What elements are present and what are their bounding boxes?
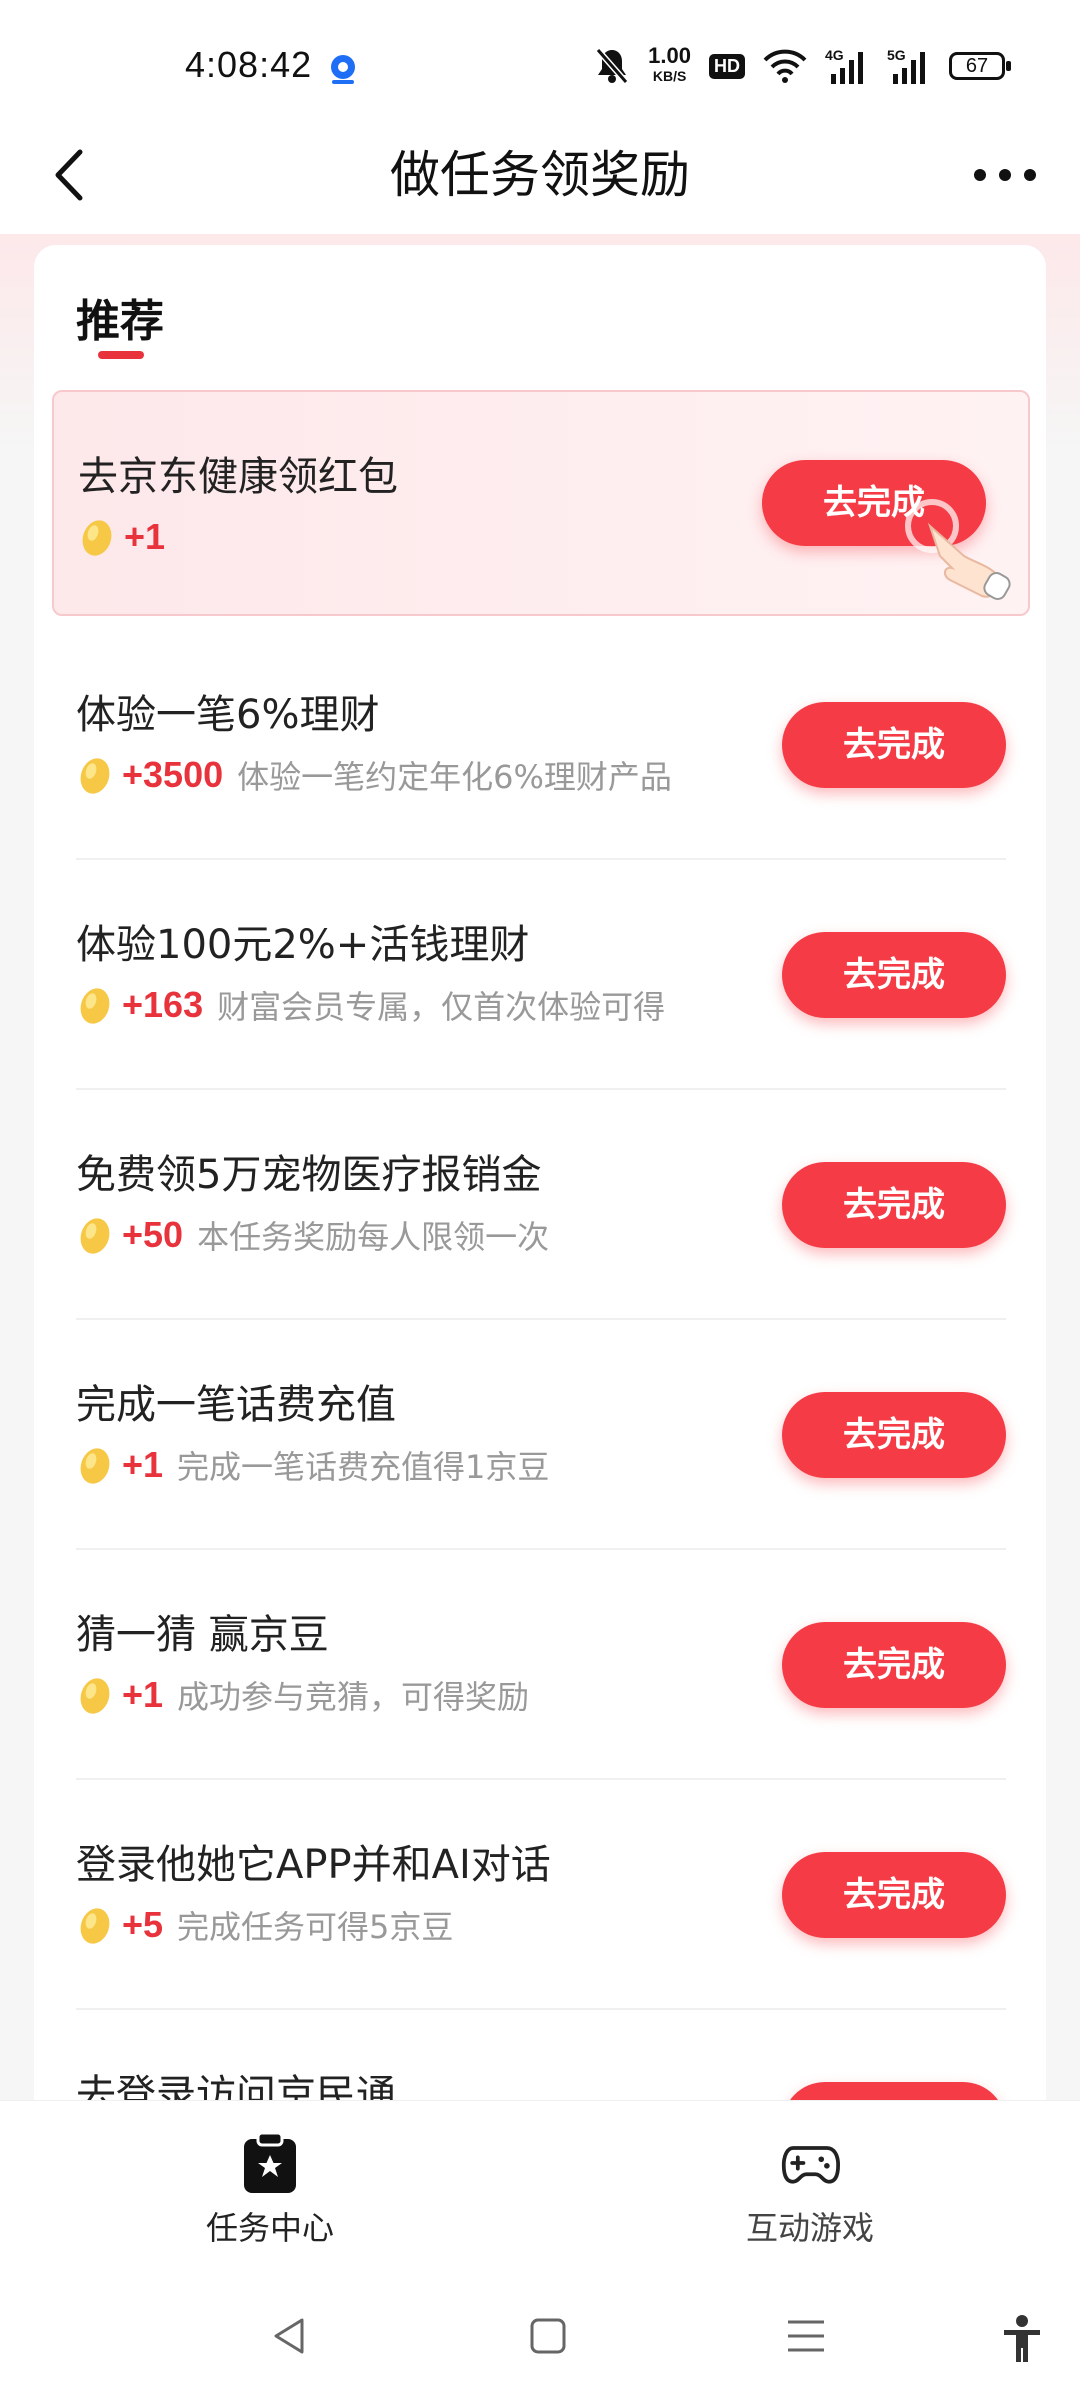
app-notification-icon	[331, 55, 355, 84]
task-card: 推荐 去京东健康领红包 +1 去完成 体验一笔6%理财 +3500 体验一笔约定年化6%理…	[34, 245, 1046, 2125]
status-bar: 4:08:42 1.00 KB/S HD 4G 5G 67	[0, 0, 1080, 120]
jingdou-bean-icon	[80, 1448, 110, 1484]
task-item-content: 猜一猜 赢京豆 +1 成功参与竞猜，可得奖励 去完成	[76, 1550, 1006, 1780]
complete-task-button[interactable]: 去完成	[782, 1852, 1006, 1938]
task-item-content: 登录他她它APP并和AI对话 +5 完成任务可得5京豆 去完成	[76, 1780, 1006, 2010]
task-item: 去京东健康领红包 +1 去完成	[52, 390, 1030, 616]
task-item-content: 完成一笔话费充值 +1 完成一笔话费充值得1京豆 去完成	[76, 1320, 1006, 1550]
gamepad-icon	[781, 2146, 840, 2184]
menu-lines-icon[interactable]	[784, 2314, 828, 2358]
task-item: 完成一笔话费充值 +1 完成一笔话费充值得1京豆 去完成	[76, 1320, 1006, 1550]
accessibility-icon[interactable]	[1000, 2314, 1044, 2364]
back-triangle-icon[interactable]	[268, 2314, 312, 2358]
task-reward: +50 本任务奖励每人限领一次	[76, 1212, 549, 1258]
tab-interactive-games[interactable]: 互动游戏	[660, 2131, 960, 2249]
task-item-content: 去京东健康领红包 +1 去完成	[78, 392, 1008, 622]
task-item-content: 免费领5万宠物医疗报销金 +50 本任务奖励每人限领一次 去完成	[76, 1090, 1006, 1320]
task-reward: +5 完成任务可得5京豆	[76, 1902, 453, 1948]
task-reward: +1 完成一笔话费充值得1京豆	[76, 1442, 549, 1488]
svg-text:5G: 5G	[887, 47, 906, 63]
section-underline	[98, 351, 144, 359]
task-reward: +163 财富会员专属，仅首次体验可得	[76, 982, 665, 1028]
task-points: +1	[122, 1444, 164, 1485]
complete-task-button[interactable]: 去完成	[782, 1162, 1006, 1248]
jingdou-bean-icon	[80, 1218, 110, 1254]
wifi-icon	[763, 49, 807, 83]
task-item: 体验100元2%+活钱理财 +163 财富会员专属，仅首次体验可得 去完成	[76, 860, 1006, 1090]
task-title: 免费领5万宠物医疗报销金	[76, 1152, 542, 1198]
page-header: 做任务领奖励	[0, 120, 1080, 234]
task-item: 免费领5万宠物医疗报销金 +50 本任务奖励每人限领一次 去完成	[76, 1090, 1006, 1320]
jingdou-bean-icon	[80, 1908, 110, 1944]
tab-label: 任务中心	[205, 2209, 334, 2247]
bottom-tab-bar: 任务中心 互动游戏	[0, 2100, 1080, 2271]
task-points: +1	[124, 516, 166, 557]
tab-task-center[interactable]: 任务中心	[120, 2131, 420, 2249]
task-points: +163	[122, 984, 204, 1025]
task-points: +50	[122, 1214, 184, 1255]
battery-icon: 67	[949, 52, 1011, 80]
net-speed: 1.00 KB/S	[648, 43, 691, 86]
jingdou-bean-icon	[80, 988, 110, 1024]
task-item: 体验一笔6%理财 +3500 体验一笔约定年化6%理财产品 去完成	[76, 630, 1006, 860]
task-description: 本任务奖励每人限领一次	[197, 1218, 550, 1256]
task-title: 体验100元2%+活钱理财	[76, 922, 530, 968]
task-points: +5	[122, 1904, 164, 1945]
task-title: 完成一笔话费充值	[76, 1382, 396, 1428]
jingdou-bean-icon	[80, 1678, 110, 1714]
task-title: 体验一笔6%理财	[76, 692, 380, 738]
home-square-icon[interactable]	[526, 2314, 570, 2358]
status-icons: 1.00 KB/S HD 4G 5G 67	[594, 43, 1011, 88]
task-center-icon	[244, 2131, 296, 2193]
task-description: 成功参与竞猜，可得奖励	[177, 1678, 530, 1716]
hd-icon: HD	[709, 53, 745, 79]
pointing-hand-icon	[905, 499, 1011, 600]
task-points: +3500	[122, 754, 224, 795]
task-points: +1	[122, 1674, 164, 1715]
task-description: 完成一笔话费充值得1京豆	[177, 1448, 550, 1486]
mute-icon	[595, 48, 629, 84]
more-button[interactable]	[960, 140, 1050, 210]
status-time: 4:08:42	[185, 44, 313, 85]
complete-task-button[interactable]: 去完成	[782, 702, 1006, 788]
task-description: 财富会员专属，仅首次体验可得	[217, 988, 666, 1026]
jingdou-bean-icon	[80, 758, 110, 794]
net-speed-value: 1.00	[648, 43, 691, 68]
task-item: 登录他她它APP并和AI对话 +5 完成任务可得5京豆 去完成	[76, 1780, 1006, 2010]
signal-4g-icon: 4G	[825, 47, 863, 84]
complete-task-button[interactable]: 去完成	[782, 932, 1006, 1018]
task-title: 去京东健康领红包	[78, 454, 398, 500]
more-dots-icon	[974, 169, 1036, 181]
task-reward: +3500 体验一笔约定年化6%理财产品	[76, 752, 672, 798]
task-title: 登录他她它APP并和AI对话	[76, 1842, 551, 1888]
signal-5g-icon: 5G	[887, 47, 925, 84]
task-description: 体验一笔约定年化6%理财产品	[237, 758, 672, 796]
task-description: 完成任务可得5京豆	[177, 1908, 454, 1946]
task-title: 猜一猜 赢京豆	[76, 1612, 329, 1658]
system-navigation-bar	[0, 2270, 1080, 2400]
task-item-content: 体验100元2%+活钱理财 +163 财富会员专属，仅首次体验可得 去完成	[76, 860, 1006, 1090]
task-item: 猜一猜 赢京豆 +1 成功参与竞猜，可得奖励 去完成	[76, 1550, 1006, 1780]
svg-text:4G: 4G	[825, 47, 844, 63]
tab-label: 互动游戏	[745, 2209, 874, 2247]
task-reward: +1	[78, 514, 179, 560]
page-title: 做任务领奖励	[390, 146, 690, 204]
complete-task-button[interactable]: 去完成	[782, 1622, 1006, 1708]
task-reward: +1 成功参与竞猜，可得奖励	[76, 1672, 529, 1718]
section-title: 推荐	[76, 296, 164, 347]
jingdou-bean-icon	[82, 520, 112, 556]
complete-task-button[interactable]: 去完成	[782, 1392, 1006, 1478]
net-speed-unit: KB/S	[652, 68, 687, 84]
task-item-content: 体验一笔6%理财 +3500 体验一笔约定年化6%理财产品 去完成	[76, 630, 1006, 860]
